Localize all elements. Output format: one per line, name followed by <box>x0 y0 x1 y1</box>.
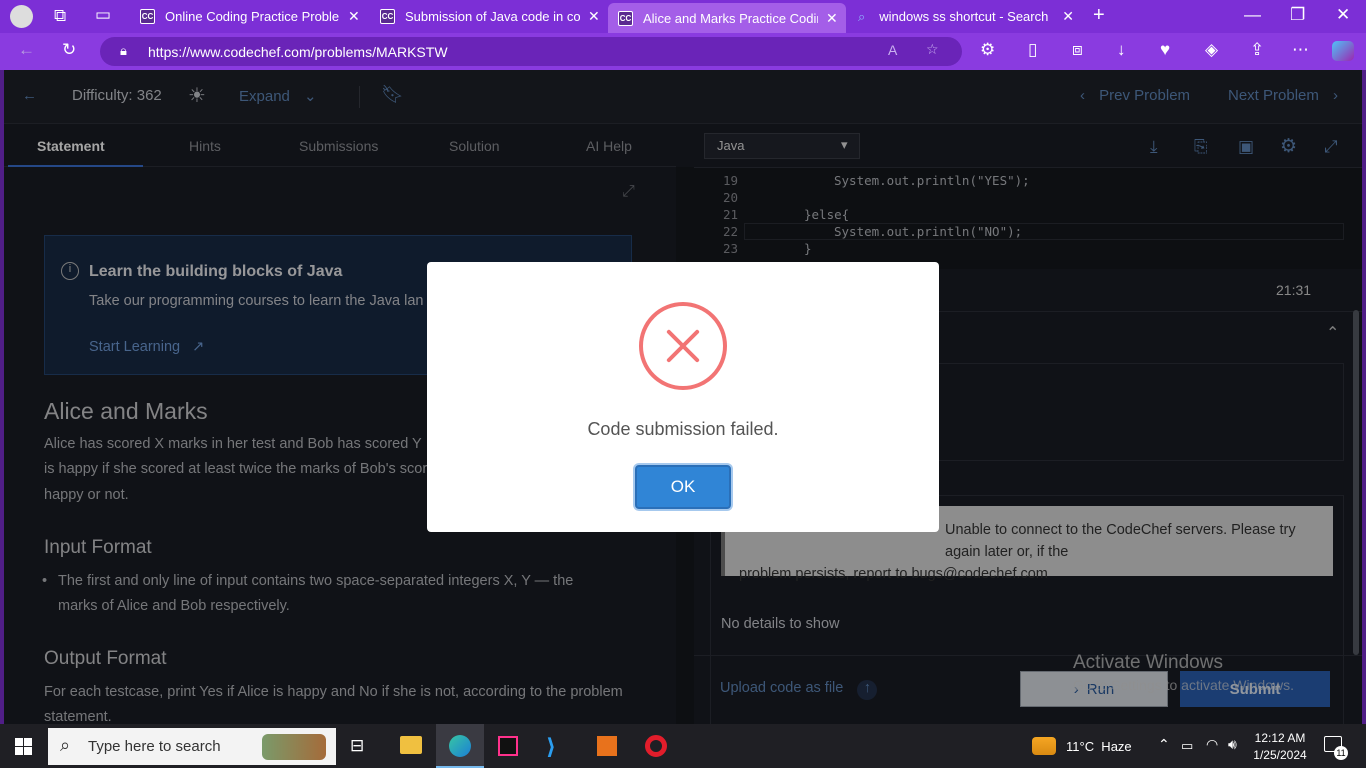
split-screen-icon[interactable]: ▯ <box>1028 40 1037 60</box>
codechef-favicon-icon: CC <box>140 9 155 24</box>
intellij-icon[interactable] <box>498 736 518 756</box>
codechef-favicon-icon: CC <box>618 10 633 26</box>
new-tab-icon[interactable]: + <box>1093 4 1105 27</box>
minimize-icon[interactable]: — <box>1244 5 1261 25</box>
date: 1/25/2024 <box>1253 748 1307 762</box>
browser-tab-4[interactable]: ⌕ windows ss shortcut - Search ✕ <box>848 3 1084 30</box>
opera-icon[interactable] <box>645 735 667 757</box>
app-icon[interactable] <box>597 736 617 756</box>
close-tab-icon[interactable]: ✕ <box>826 10 838 27</box>
workspaces-icon[interactable]: ⧉ <box>54 6 66 26</box>
weather-text[interactable]: 11°C Haze <box>1066 739 1132 754</box>
search-icon: ⌕ <box>60 735 71 755</box>
browser-tab-2[interactable]: CC Submission of Java code in code ✕ <box>370 3 606 30</box>
tray-chevron-up-icon[interactable]: ⌃ <box>1158 736 1170 753</box>
battery-icon[interactable]: ▭ <box>1181 738 1193 754</box>
file-explorer-icon[interactable] <box>400 736 422 754</box>
edge-icon[interactable] <box>436 724 484 768</box>
search-highlight-image <box>262 734 326 760</box>
error-dialog: Code submission failed. OK <box>427 262 939 532</box>
read-aloud-icon[interactable]: A <box>888 42 897 58</box>
wifi-icon[interactable]: ◠ <box>1206 736 1218 753</box>
refresh-icon[interactable]: ↻ <box>62 40 76 60</box>
windows-start-icon[interactable] <box>15 738 32 755</box>
close-tab-icon[interactable]: ✕ <box>1062 8 1074 25</box>
taskbar-search-box[interactable]: ⌕ Type here to search <box>48 728 336 765</box>
notification-count-badge: 11 <box>1334 746 1348 760</box>
windows-taskbar: ⌕ Type here to search ⊟ ⟩ 11°C Haze ⌃ ▭ … <box>0 724 1366 768</box>
url-field[interactable]: 🔒︎ https://www.codechef.com/problems/MAR… <box>100 37 962 66</box>
copilot-icon[interactable] <box>1332 41 1354 61</box>
browser-essentials-icon[interactable]: ◈ <box>1205 40 1218 60</box>
browser-tab-1[interactable]: CC Online Coding Practice Problems ✕ <box>130 3 366 30</box>
browser-tab-3[interactable]: CC Alice and Marks Practice Coding ✕ <box>608 3 846 33</box>
search-icon: ⌕ <box>858 8 866 24</box>
share-icon[interactable]: ⇪ <box>1250 40 1264 60</box>
collections-icon[interactable]: ⧈ <box>1072 40 1083 60</box>
ok-button[interactable]: OK <box>635 465 731 509</box>
downloads-icon[interactable]: ↓ <box>1117 40 1126 60</box>
weather-icon[interactable] <box>1032 737 1056 755</box>
browser-address-bar: ← ↻ 🔒︎ https://www.codechef.com/problems… <box>0 33 1366 70</box>
error-x-icon <box>639 302 727 390</box>
performance-icon[interactable]: ♥ <box>1160 40 1170 60</box>
back-arrow-icon[interactable]: ← <box>18 40 35 60</box>
lock-icon: 🔒︎ <box>120 43 127 58</box>
extensions-icon[interactable]: ⚙ <box>980 40 995 60</box>
codechef-favicon-icon: CC <box>380 9 395 24</box>
favorite-star-icon[interactable]: ☆ <box>926 41 939 58</box>
more-options-icon[interactable]: ⋯ <box>1292 40 1309 60</box>
time: 12:12 AM <box>1254 731 1306 745</box>
close-tab-icon[interactable]: ✕ <box>588 8 600 25</box>
close-window-icon[interactable]: ✕ <box>1336 5 1350 25</box>
browser-tab-bar: ⧉ ▭ CC Online Coding Practice Problems ✕… <box>0 0 1366 33</box>
tab-actions-icon[interactable]: ▭ <box>95 5 111 25</box>
dialog-message: Code submission failed. <box>587 419 779 439</box>
profile-avatar[interactable] <box>10 5 33 28</box>
vscode-icon[interactable]: ⟩ <box>546 734 556 760</box>
close-tab-icon[interactable]: ✕ <box>348 8 360 25</box>
task-view-icon[interactable]: ⊟ <box>350 736 364 756</box>
clock[interactable]: 12:12 AM 1/25/2024 <box>1250 730 1310 764</box>
restore-icon[interactable]: ❐ <box>1290 5 1305 25</box>
volume-icon[interactable]: 🔊︎ <box>1228 736 1237 753</box>
